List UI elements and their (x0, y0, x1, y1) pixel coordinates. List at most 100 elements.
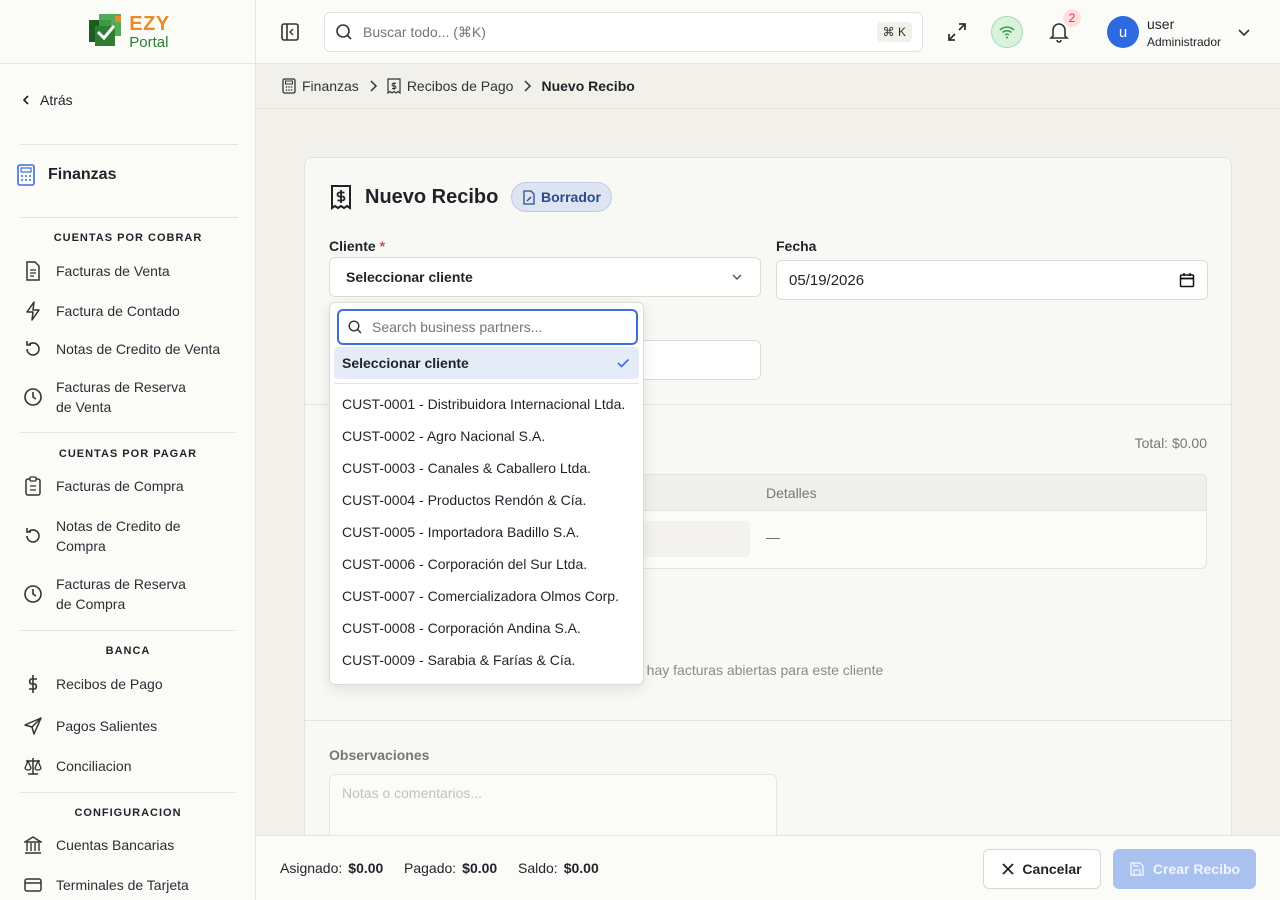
refresh-icon (24, 526, 42, 546)
document-icon (24, 261, 42, 281)
chevron-right-icon (524, 80, 532, 92)
empty-invoices-message: o hay facturas abiertas para este client… (635, 662, 884, 678)
client-search[interactable] (337, 309, 638, 345)
clock-icon (24, 387, 42, 407)
dropdown-option[interactable]: CUST-0004 - Productos Rendón & Cía. (334, 484, 639, 516)
sidebar-item-label: Facturas de Reserva de Compra (56, 576, 186, 612)
sidebar-item-notas-credito-venta[interactable]: Notas de Credito de Venta (24, 339, 234, 359)
sidebar-item-facturas-de-compra[interactable]: Facturas de Compra (24, 476, 234, 496)
date-label: Fecha (776, 238, 817, 254)
module-title-label: Finanzas (48, 166, 117, 183)
shortcut-hint: ⌘ K (876, 22, 912, 42)
date-field[interactable]: 05/19/2026 (776, 260, 1208, 300)
create-label: Crear Recibo (1152, 861, 1241, 877)
column-header-details: Detalles (766, 485, 817, 501)
user-role: Administrador (1147, 35, 1222, 49)
send-icon (24, 716, 42, 736)
divider (20, 630, 235, 631)
dropdown-option[interactable]: CUST-0005 - Importadora Badillo S.A. (334, 516, 639, 548)
balance-summary: Saldo: $0.00 (518, 860, 599, 876)
lightning-icon (24, 301, 42, 321)
sidebar-item-terminales-tarjeta[interactable]: Terminales de Tarjeta (24, 875, 234, 895)
dropdown-option[interactable]: CUST-0003 - Canales & Caballero Ltda. (334, 452, 639, 484)
divider (20, 432, 235, 433)
breadcrumb-recibos[interactable]: Recibos de Pago (387, 78, 514, 94)
dropdown-option[interactable]: CUST-0002 - Agro Nacional S.A. (334, 420, 639, 452)
calculator-icon (282, 78, 296, 94)
sidebar-item-pagos-salientes[interactable]: Pagos Salientes (24, 716, 234, 736)
sidebar-item-label: Facturas de Compra (56, 478, 184, 494)
sidebar-item-facturas-de-venta[interactable]: Facturas de Venta (24, 261, 234, 281)
section-title-configuracion: CONFIGURACION (74, 807, 182, 819)
create-receipt-button[interactable]: Crear Recibo (1113, 849, 1256, 889)
client-label-text: Cliente (329, 238, 376, 254)
chevron-down-icon[interactable] (1236, 24, 1252, 40)
section-title-banca: BANCA (105, 645, 151, 657)
ezy-portal-logo[interactable]: EZY Portal (85, 12, 169, 52)
avatar[interactable]: u (1107, 16, 1139, 48)
back-label: Atrás (40, 92, 73, 108)
global-search[interactable]: ⌘ K (324, 12, 923, 52)
sidebar-item-cuentas-bancarias[interactable]: Cuentas Bancarias (24, 835, 234, 855)
client-dropdown: Seleccionar cliente CUST-0001 - Distribu… (329, 302, 644, 685)
sidebar: EZY Portal Atrás Finanzas CUENTAS POR CO… (0, 0, 256, 900)
sidebar-item-factura-de-contado[interactable]: Factura de Contado (24, 301, 234, 321)
divider (20, 217, 238, 218)
action-footer: Asignado: $0.00 Pagado: $0.00 Saldo: $0.00 … (256, 835, 1280, 900)
dropdown-option[interactable]: CUST-0007 - Comercializadora Olmos Corp. (334, 580, 639, 612)
client-select-value: Seleccionar cliente (346, 269, 473, 285)
status-badge-label: Borrador (541, 189, 601, 205)
breadcrumb-finanzas[interactable]: Finanzas (282, 78, 359, 94)
breadcrumb-label: Finanzas (302, 78, 359, 94)
observations-label: Observaciones (329, 747, 430, 763)
client-select[interactable]: Seleccionar cliente (329, 257, 761, 297)
dropdown-option[interactable]: CUST-0001 - Distribuidora Internacional … (334, 388, 639, 420)
sidebar-item-conciliacion[interactable]: Conciliacion (24, 756, 234, 776)
status-badge: Borrador (511, 182, 612, 212)
dropdown-option[interactable]: CUST-0009 - Sarabia & Farías & Cía. (334, 644, 639, 676)
row-details-value: — (766, 529, 780, 545)
client-search-input[interactable] (372, 319, 622, 335)
cancel-button[interactable]: Cancelar (983, 849, 1101, 889)
dropdown-option[interactable]: CUST-0008 - Corporación Andina S.A. (334, 612, 639, 644)
sidebar-item-label: Conciliacion (56, 758, 132, 774)
sidebar-item-notas-credito-compra[interactable]: Notas de Credito de Compra (24, 516, 234, 556)
client-label: Cliente * (329, 238, 385, 254)
save-icon (1130, 862, 1144, 876)
draft-document-icon (523, 189, 535, 205)
dropdown-option[interactable]: CUST-0006 - Corporación del Sur Ltda. (334, 548, 639, 580)
sidebar-item-label: Notas de Credito de Compra (56, 518, 181, 554)
chevron-right-icon (370, 80, 377, 92)
check-icon (617, 358, 630, 368)
sidebar-item-reserva-venta[interactable]: Facturas de Reserva de Venta (24, 377, 234, 417)
expand-icon (948, 23, 966, 41)
bank-icon (24, 835, 42, 855)
sidebar-item-label: Notas de Credito de Venta (56, 341, 221, 357)
logo-mark-icon (89, 13, 122, 46)
sidebar-toggle-button[interactable] (278, 20, 302, 44)
dollar-icon (24, 674, 42, 694)
fullscreen-button[interactable] (943, 18, 971, 46)
clock-icon (24, 584, 42, 604)
section-title-cuentas-por-cobrar: CUENTAS POR COBRAR (53, 232, 203, 244)
breadcrumb-label: Recibos de Pago (406, 78, 514, 94)
assigned-label: Asignado: (280, 860, 343, 876)
paid-label: Pagado: (404, 860, 457, 876)
calendar-icon (1179, 273, 1195, 288)
wifi-icon (999, 26, 1015, 39)
paid-summary: Pagado: $0.00 (404, 860, 497, 876)
logo-area: EZY Portal (0, 0, 255, 64)
search-icon (348, 320, 362, 334)
sidebar-item-reserva-compra[interactable]: Facturas de Reserva de Compra (24, 574, 234, 614)
sidebar-item-label: Cuentas Bancarias (56, 837, 175, 853)
connection-status-button[interactable] (991, 16, 1023, 48)
search-icon (336, 24, 352, 40)
card-icon (24, 875, 42, 895)
dropdown-option-selected[interactable]: Seleccionar cliente (334, 347, 639, 379)
chevron-left-icon (22, 95, 29, 105)
search-input[interactable] (363, 24, 843, 40)
sidebar-item-recibos-de-pago[interactable]: Recibos de Pago (24, 674, 234, 694)
divider (305, 720, 1231, 721)
user-name: user (1147, 16, 1175, 32)
back-link[interactable]: Atrás (20, 92, 73, 108)
